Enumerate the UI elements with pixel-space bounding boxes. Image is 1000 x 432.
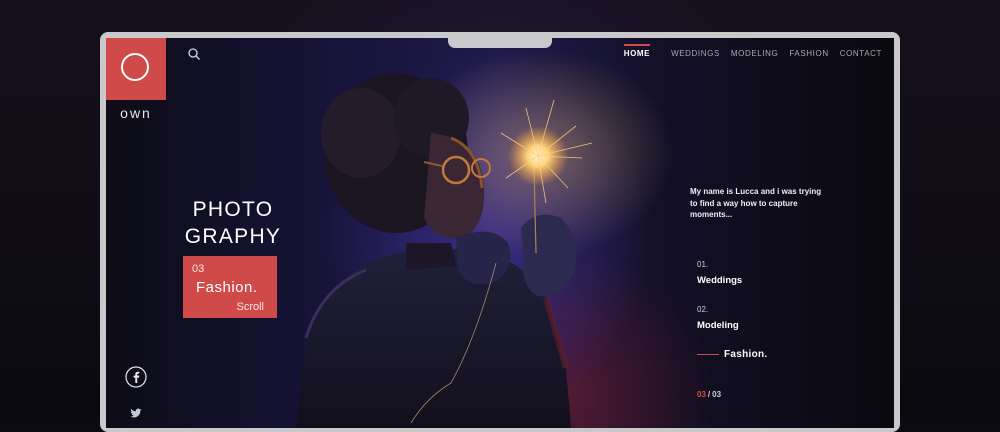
category-list: 01. Weddings 02. Modeling: [697, 260, 742, 350]
active-indicator-line: [697, 354, 719, 355]
pager-total: 03: [712, 390, 722, 399]
hero-title: PHOTO GRAPHY: [178, 196, 288, 250]
search-icon[interactable]: [187, 47, 201, 61]
twitter-icon[interactable]: [130, 407, 142, 419]
facebook-icon[interactable]: [125, 366, 147, 388]
scroll-link[interactable]: Scroll: [236, 301, 264, 313]
card-number: 03: [192, 263, 205, 275]
nav-item-home[interactable]: HOME: [623, 44, 651, 58]
intro-text: My name is Lucca and i was trying to fin…: [690, 187, 822, 219]
slide-pager: 03/03: [697, 390, 721, 399]
card-title: Fashion.: [196, 279, 258, 296]
hero-title-line1: PHOTO: [192, 198, 274, 221]
pager-current: 03: [697, 390, 706, 399]
nav-item-modeling[interactable]: MODELING: [731, 47, 778, 58]
category-number: 01.: [697, 260, 709, 269]
category-label: Weddings: [697, 275, 743, 286]
nav-item-fashion[interactable]: FASHION: [789, 47, 828, 58]
main-nav: HOME WEDDINGS MODELING FASHION CONTACT: [623, 44, 882, 58]
active-category-label: Fashion.: [724, 349, 768, 360]
logo-block[interactable]: [106, 38, 166, 100]
category-item-weddings[interactable]: 01. Weddings: [697, 260, 742, 305]
category-number: 02.: [697, 305, 709, 314]
monitor-notch: [448, 32, 552, 48]
category-item-modeling[interactable]: 02. Modeling: [697, 305, 742, 350]
pager-separator: /: [707, 390, 711, 399]
nav-item-contact[interactable]: CONTACT: [840, 47, 882, 58]
hero-title-line2: GRAPHY: [184, 225, 282, 248]
logo-text: own: [120, 105, 152, 121]
featured-category-card[interactable]: 03 Fashion. Scroll: [183, 256, 277, 318]
category-label: Modeling: [697, 320, 739, 331]
category-item-fashion-active[interactable]: Fashion.: [697, 349, 768, 360]
logo-circle-icon: [121, 53, 149, 81]
nav-item-weddings[interactable]: WEDDINGS: [671, 47, 720, 58]
website-screen: own HOME WEDDINGS MODELING FASHION CONTA…: [106, 38, 894, 428]
